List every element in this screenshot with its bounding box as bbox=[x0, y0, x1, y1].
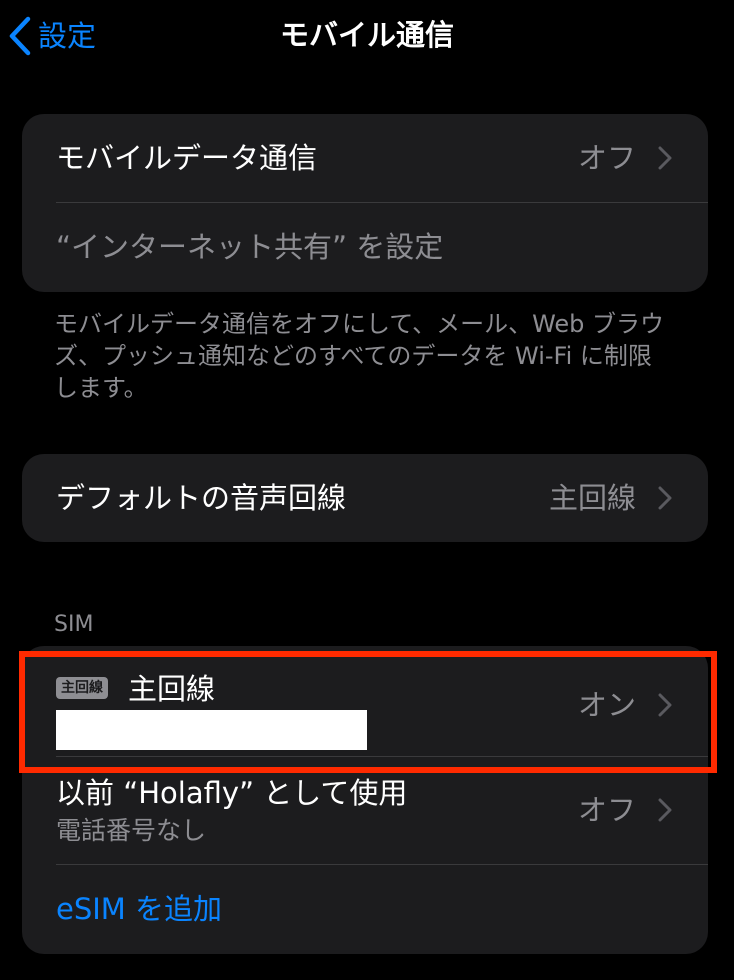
add-esim-row[interactable]: eSIM を追加 bbox=[22, 865, 708, 954]
holafly-sim-sublabel: 電話番号なし bbox=[56, 816, 207, 845]
primary-sim-label: 主回線 bbox=[128, 672, 216, 706]
chevron-right-icon bbox=[658, 798, 672, 822]
hotspot-setup-label: “インターネット共有” を設定 bbox=[56, 230, 444, 264]
sim-section-header: SIM bbox=[54, 612, 94, 637]
holafly-sim-row[interactable]: 以前 “Holafly” として使用 電話番号なし オフ bbox=[22, 757, 708, 864]
default-voice-line-value: 主回線 bbox=[548, 481, 636, 515]
chevron-right-icon bbox=[658, 486, 672, 510]
redacted-phone-number bbox=[56, 710, 367, 750]
voice-line-group: デフォルトの音声回線 主回線 bbox=[22, 454, 708, 542]
cellular-data-value: オフ bbox=[577, 141, 636, 175]
cellular-data-row[interactable]: モバイルデータ通信 オフ bbox=[22, 114, 708, 202]
holafly-sim-status: オフ bbox=[577, 793, 636, 827]
chevron-right-icon bbox=[658, 146, 672, 170]
cellular-data-group: モバイルデータ通信 オフ “インターネット共有” を設定 bbox=[22, 114, 708, 292]
primary-line-badge: 主回線 bbox=[56, 677, 108, 699]
cellular-data-footer: モバイルデータ通信をオフにして、メール、Web ブラウズ、プッシュ通知などのすべ… bbox=[54, 310, 665, 402]
primary-sim-status: オン bbox=[577, 688, 636, 722]
hotspot-setup-row[interactable]: “インターネット共有” を設定 bbox=[22, 203, 708, 292]
navigation-bar: 設定 モバイル通信 bbox=[0, 0, 734, 72]
chevron-right-icon bbox=[658, 693, 672, 717]
sim-group: オン 以前 “Holafly” として使用 電話番号なし オフ eSIM を追加 bbox=[22, 646, 708, 954]
holafly-sim-label: 以前 “Holafly” として使用 bbox=[56, 776, 408, 810]
default-voice-line-row[interactable]: デフォルトの音声回線 主回線 bbox=[22, 454, 708, 542]
page-title: モバイル通信 bbox=[279, 18, 454, 52]
cellular-data-label: モバイルデータ通信 bbox=[56, 141, 318, 175]
default-voice-line-label: デフォルトの音声回線 bbox=[56, 481, 347, 515]
add-esim-button[interactable]: eSIM を追加 bbox=[56, 889, 222, 929]
